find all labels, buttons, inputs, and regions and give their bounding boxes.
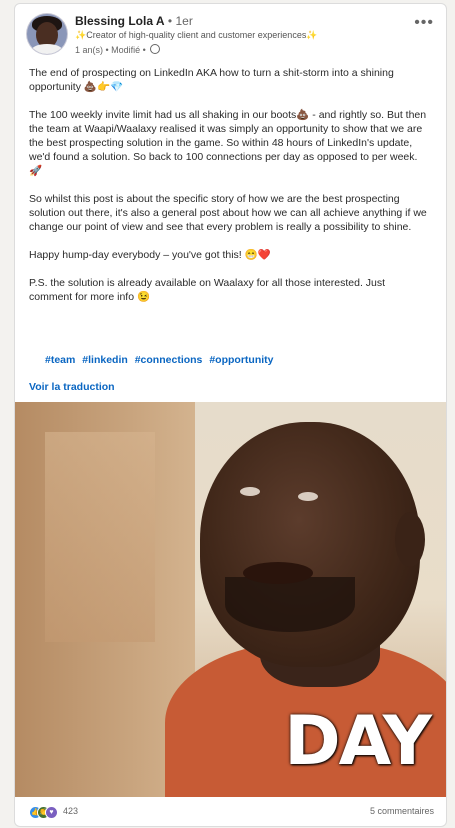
translate-link[interactable]: Voir la traduction [29, 381, 115, 393]
avatar-shirt [31, 44, 63, 54]
globe-icon [150, 44, 161, 54]
author-headline: ✨Creator of high-quality client and cust… [75, 30, 318, 40]
hashtag-link[interactable]: #linkedin [82, 354, 128, 366]
post-card: Blessing Lola A • 1er ✨Creator of high-q… [14, 3, 447, 827]
hashtag-link[interactable]: #connections [135, 354, 203, 366]
post-paragraph: P.S. the solution is already available o… [29, 277, 386, 303]
hashtag-link[interactable]: #team [45, 354, 75, 366]
author-name[interactable]: Blessing Lola A [75, 14, 165, 28]
post-meta: 1 an(s) • Modifié • [75, 44, 161, 55]
author-avatar[interactable] [27, 14, 67, 54]
gif-person-mouth [243, 562, 313, 584]
gif-person-beard [225, 577, 355, 632]
gif-caption: DAY [284, 702, 432, 781]
post-paragraph: So whilst this post is about the specifi… [29, 193, 427, 233]
hashtag-list: #team #linkedin #connections #opportunit… [45, 354, 278, 366]
comments-count[interactable]: 5 commentaires [370, 806, 434, 816]
gif-person-eye [240, 487, 260, 496]
support-icon: ♥ [45, 806, 58, 819]
more-options-icon[interactable]: ••• [414, 14, 434, 32]
hashtag-link[interactable]: #opportunity [209, 354, 273, 366]
gif-person-ear [395, 512, 425, 567]
post-header: Blessing Lola A • 1er ✨Creator of high-q… [15, 4, 446, 64]
reaction-count: 423 [63, 806, 79, 816]
post-footer: 👍 👏 ♥ 423 5 commentaires [15, 797, 446, 826]
post-paragraph: The end of prospecting on LinkedIn AKA h… [29, 67, 394, 93]
post-gif[interactable]: DAY [15, 402, 446, 797]
post-paragraph: Happy hump-day everybody – you've got th… [29, 249, 271, 261]
gif-background-window [45, 432, 155, 642]
post-body: The end of prospecting on LinkedIn AKA h… [29, 66, 429, 318]
post-meta-text: 1 an(s) • Modifié • [75, 45, 146, 55]
post-paragraph: The 100 weekly invite limit had us all s… [29, 109, 427, 177]
author-name-row: Blessing Lola A • 1er [75, 14, 193, 28]
gif-person-eye [298, 492, 318, 501]
connection-degree: 1er [175, 14, 193, 28]
